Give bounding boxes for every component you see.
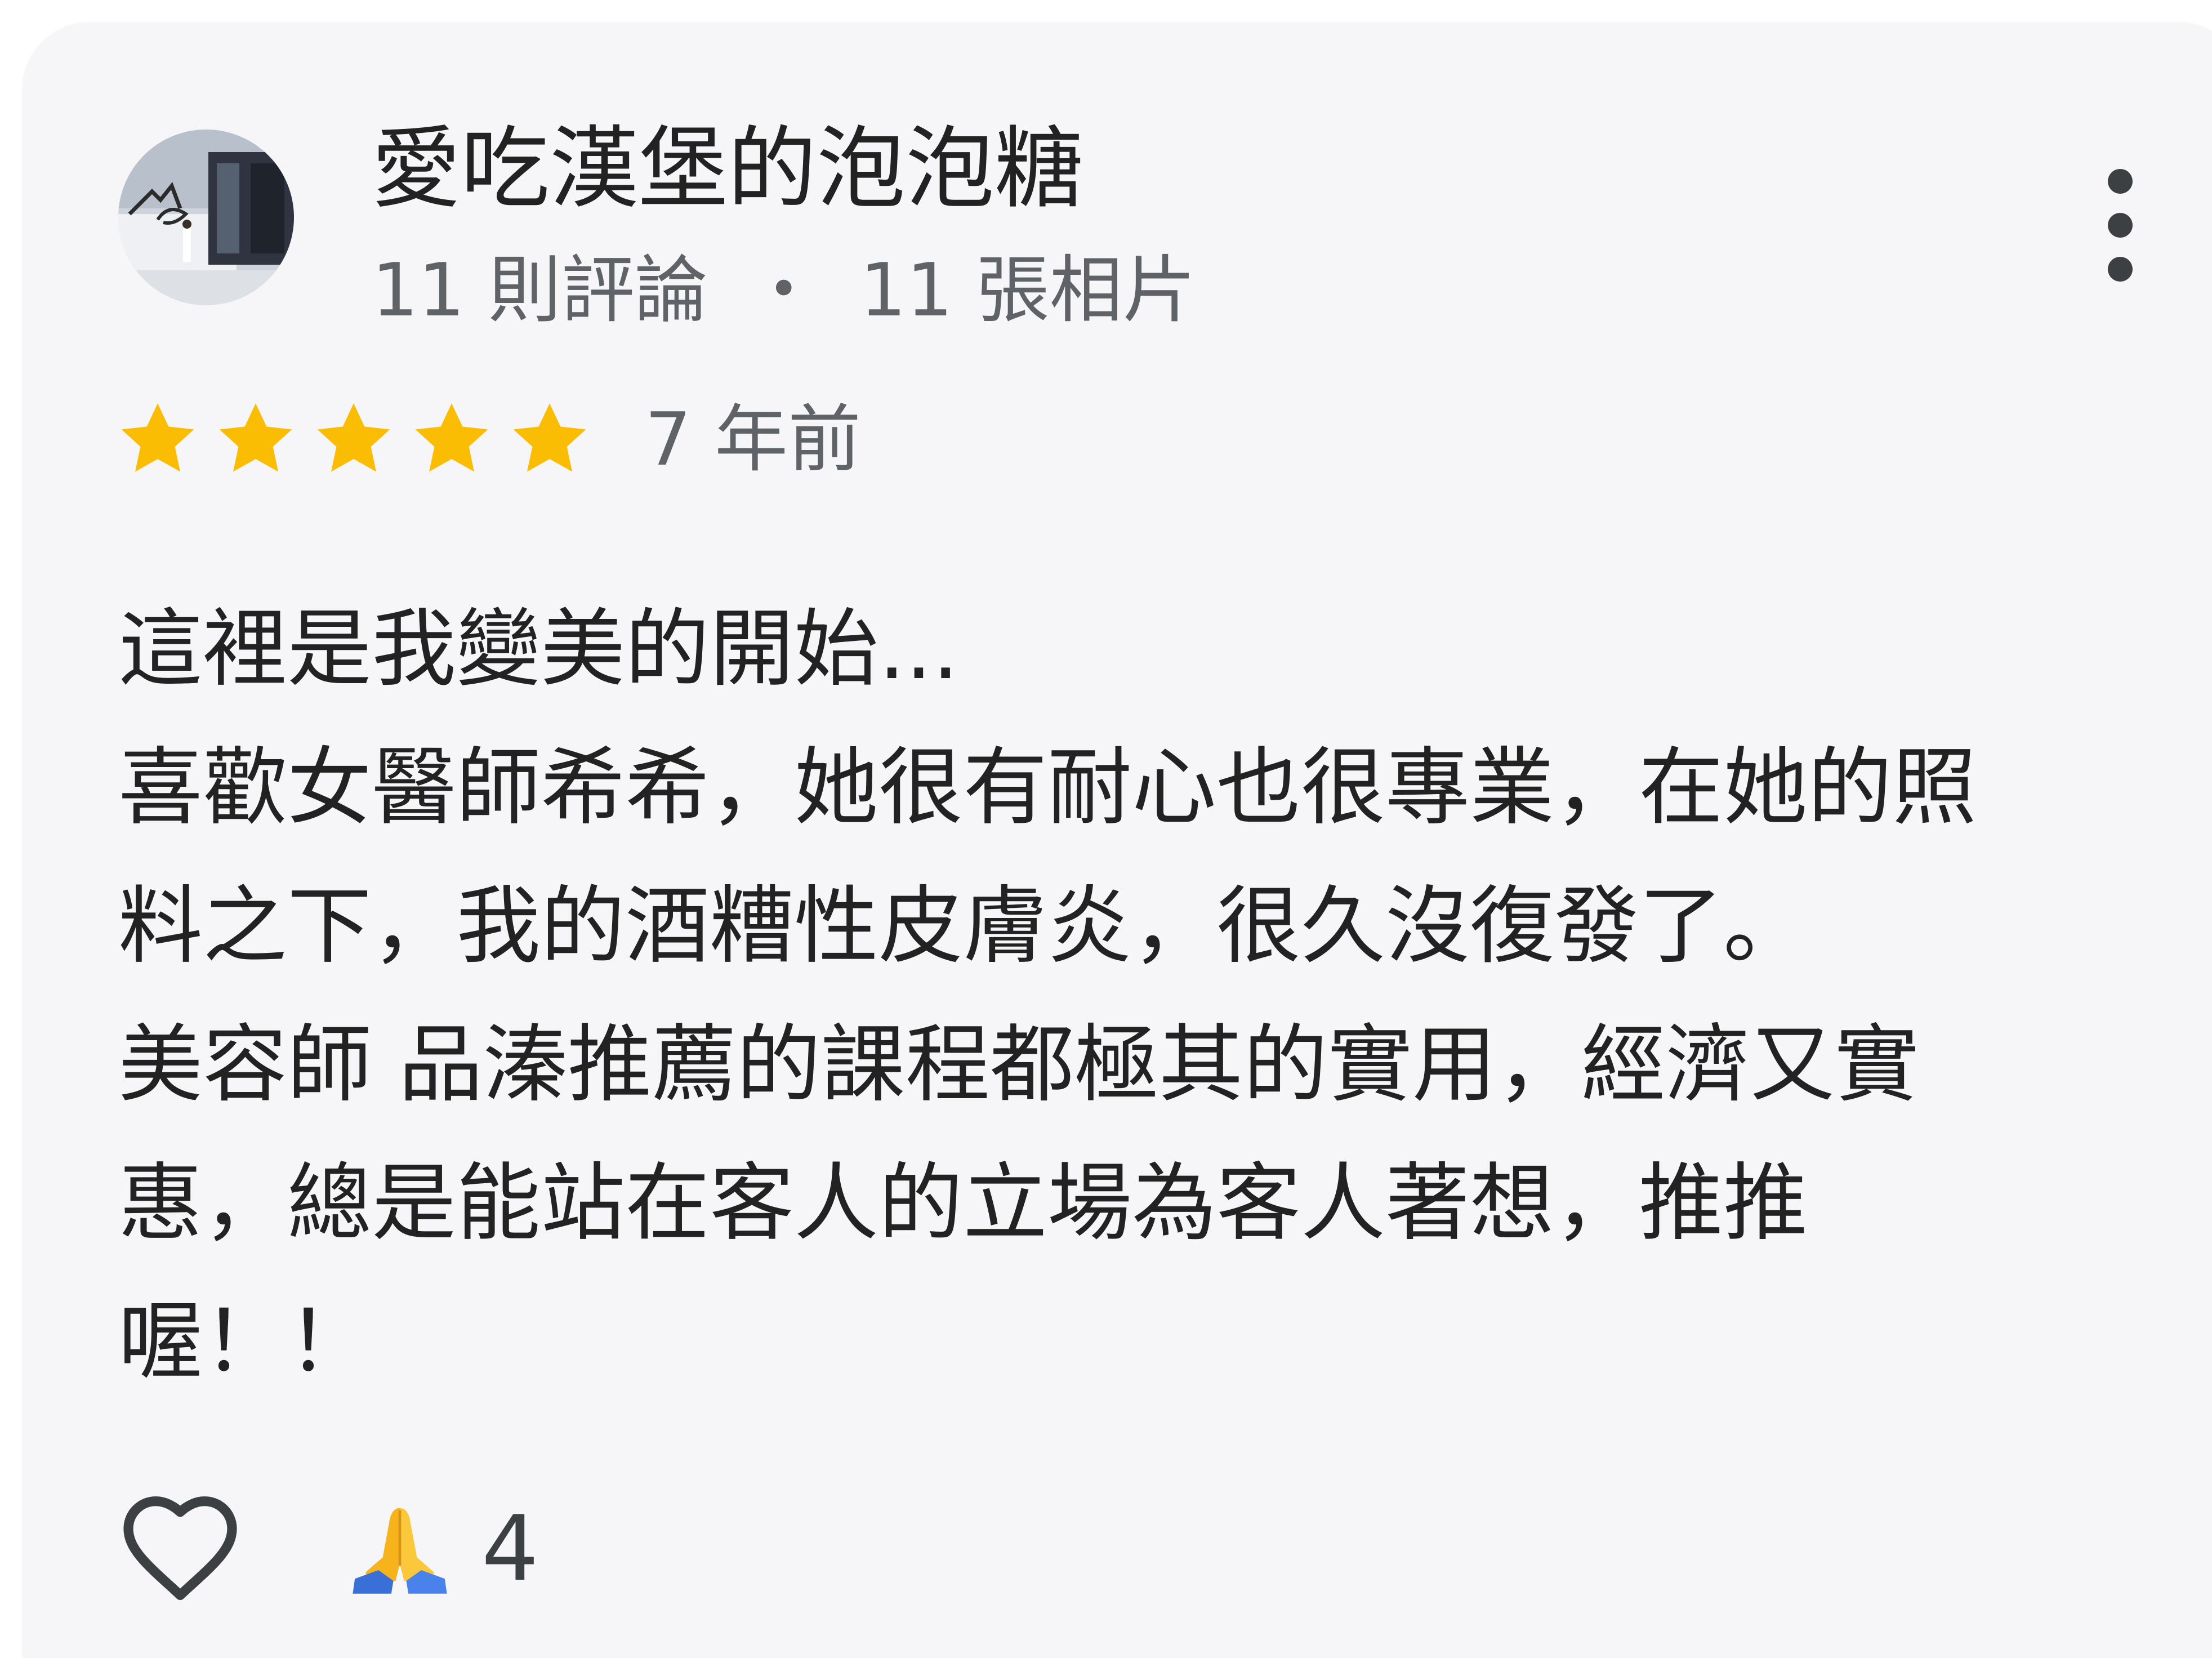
star-icon: [513, 403, 586, 472]
star-icon: [415, 403, 488, 472]
heart-outline-icon: [123, 1496, 237, 1601]
avatar-photo: [118, 130, 294, 305]
reaction-count: 4: [481, 1496, 539, 1601]
review-text: 這裡是我變美的開始... 喜歡女醫師希希，她很有耐心也很專業，在她的照 料之下，我的…: [118, 580, 2157, 1411]
review-text-line: 這裡是我變美的開始...: [118, 600, 960, 698]
reviewer-stats: 11 則評論・ 11 張相片: [372, 239, 1196, 341]
review-text-line: 喜歡女醫師希希，她很有耐心也很專業，在她的照: [118, 739, 1977, 837]
review-text-line: 惠，總是能站在客人的立場為客人著想，推推: [118, 1155, 1808, 1253]
folded-hands-emoji-icon[interactable]: [346, 1495, 453, 1602]
star-rating: [115, 397, 605, 482]
reviews-count: 11 則評論: [372, 247, 708, 333]
review-actions: 4: [115, 1487, 539, 1611]
reviewer-name[interactable]: 愛吃漢堡的泡泡糖: [372, 113, 1083, 225]
stats-separator: ・: [747, 247, 820, 333]
review-time: 7 年前: [645, 396, 862, 482]
review-text-line: 料之下，我的酒糟性皮膚炎，很久沒復發了。: [118, 877, 1808, 975]
star-icon: [317, 403, 390, 472]
more-options-button[interactable]: [2086, 163, 2154, 287]
reviewer-avatar[interactable]: [118, 130, 294, 305]
star-icon: [121, 403, 194, 472]
star-icon: [219, 403, 292, 472]
like-button[interactable]: [115, 1484, 245, 1614]
review-text-line: 美容師 品溱推薦的課程都極其的實用，經濟又實: [118, 1016, 1919, 1114]
review-text-line: 喔！！: [118, 1293, 372, 1391]
photos-count: 11 張相片: [859, 247, 1196, 333]
review-card: 愛吃漢堡的泡泡糖 11 則評論・ 11 張相片 7 年前 這裡是我變美的開始...…: [23, 23, 2212, 1658]
rating-row: 7 年前: [115, 389, 861, 490]
